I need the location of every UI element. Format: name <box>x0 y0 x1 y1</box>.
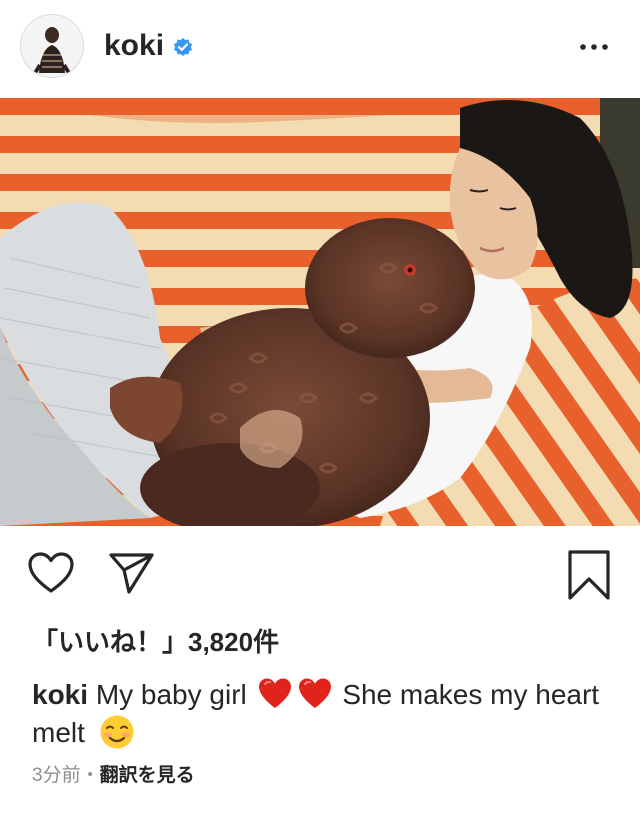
verified-badge-icon <box>173 38 193 56</box>
red-heart-emoji-icon <box>298 678 331 708</box>
more-horizontal-icon[interactable] <box>576 36 612 58</box>
see-translation-link[interactable]: 翻訳を見る <box>100 765 195 786</box>
heart-outline-icon[interactable] <box>27 551 75 595</box>
avatar[interactable] <box>20 14 84 78</box>
caption-username[interactable]: koki <box>32 679 88 710</box>
bookmark-outline-icon[interactable] <box>566 549 612 601</box>
post-meta: 3分前・翻訳を見る <box>32 762 195 790</box>
meta-separator: ・ <box>80 765 100 786</box>
caption: koki My baby girl She makes my heart mel… <box>32 676 612 752</box>
paper-plane-icon[interactable] <box>107 551 155 595</box>
red-heart-emoji-icon <box>258 678 291 708</box>
caption-text-part1: My baby girl <box>95 679 247 710</box>
post-header: koki <box>0 0 640 98</box>
like-count[interactable]: 「いいね！」3,820件 <box>32 622 279 662</box>
post-photo[interactable] <box>0 98 640 526</box>
avatar-image <box>21 15 83 77</box>
post-image <box>0 98 640 526</box>
post-timestamp: 3分前 <box>32 765 81 786</box>
post-username[interactable]: koki <box>104 26 164 66</box>
smiling-face-emoji-icon <box>100 715 134 749</box>
